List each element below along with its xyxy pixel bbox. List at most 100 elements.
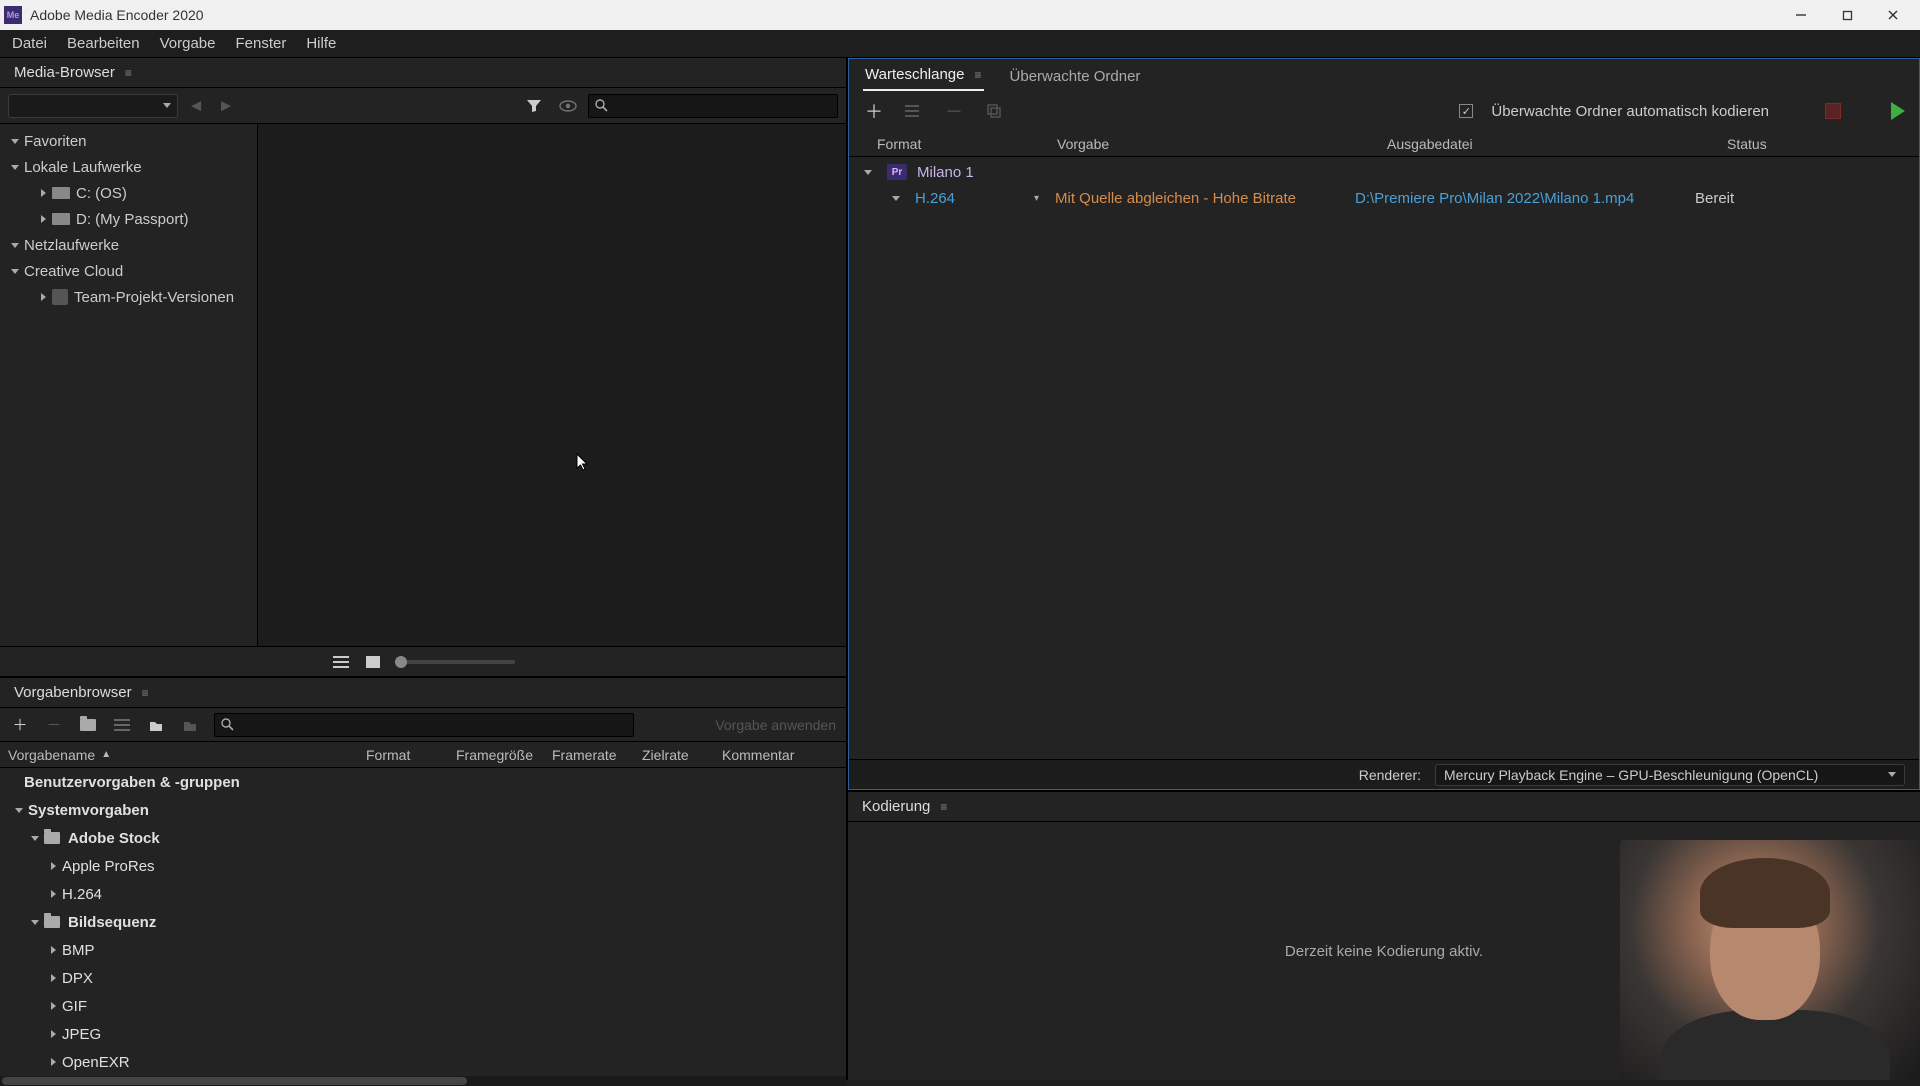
add-output-button[interactable] — [903, 100, 925, 122]
thumbnail-view-icon[interactable] — [363, 654, 383, 670]
nav-forward-icon[interactable]: ► — [214, 94, 238, 118]
queue-item[interactable]: Pr Milano 1 H.264 ▾ Mit Quelle abgleiche… — [849, 157, 1919, 213]
col-format[interactable]: Format — [358, 747, 448, 763]
tree-favorites-label: Favoriten — [24, 133, 87, 150]
tree-team-label: Team-Projekt-Versionen — [74, 289, 234, 306]
stop-queue-button[interactable] — [1825, 103, 1841, 119]
preset-jpeg[interactable]: JPEG — [0, 1020, 846, 1048]
queue-panel: Warteschlange≡ Überwachte Ordner ＋ － ✓ Ü… — [848, 58, 1920, 790]
encoding-idle-text: Derzeit keine Kodierung aktiv. — [1285, 943, 1483, 960]
nav-back-icon[interactable]: ◄ — [184, 94, 208, 118]
queue-col-preset[interactable]: Vorgabe — [1057, 136, 1387, 152]
webcam-overlay — [1620, 840, 1920, 1080]
menubar: Datei Bearbeiten Vorgabe Fenster Hilfe — [0, 30, 1920, 58]
tree-local-drives[interactable]: Lokale Laufwerke — [0, 154, 257, 180]
auto-encode-checkbox[interactable]: ✓ — [1459, 104, 1473, 118]
queue-menu-icon[interactable]: ≡ — [975, 68, 982, 82]
list-view-icon[interactable] — [331, 654, 351, 670]
export-preset-button[interactable] — [180, 715, 200, 735]
path-dropdown[interactable] — [8, 94, 178, 118]
queue-col-output[interactable]: Ausgabedatei — [1387, 136, 1727, 152]
renderer-dropdown[interactable]: Mercury Playback Engine – GPU-Beschleuni… — [1435, 764, 1905, 786]
col-bitrate[interactable]: Zielrate — [634, 747, 714, 763]
queue-source-name: Milano 1 — [917, 164, 974, 181]
preset-group-system[interactable]: Systemvorgaben — [0, 796, 846, 824]
preset-apple-prores[interactable]: Apple ProRes — [0, 852, 846, 880]
tree-network[interactable]: Netzlaufwerke — [0, 232, 257, 258]
import-preset-button[interactable] — [146, 715, 166, 735]
preset-group-user[interactable]: Benutzervorgaben & -gruppen — [0, 768, 846, 796]
app-title: Adobe Media Encoder 2020 — [30, 7, 1778, 23]
app-icon: Me — [4, 6, 22, 24]
encoding-menu-icon[interactable]: ≡ — [940, 800, 947, 814]
tab-watch-folders[interactable]: Überwachte Ordner — [1008, 62, 1143, 91]
preset-browser-panel: Vorgabenbrowser ≡ ＋ － Vorgabe — [0, 678, 846, 1086]
drive-icon — [52, 187, 70, 199]
add-source-button[interactable]: ＋ — [863, 100, 885, 122]
preset-browser-menu-icon[interactable]: ≡ — [142, 686, 149, 700]
delete-preset-button[interactable]: － — [44, 715, 64, 735]
drive-icon — [52, 213, 70, 225]
media-browser-panel: Media-Browser ≡ ◄ ► — [0, 58, 846, 678]
new-preset-button[interactable]: ＋ — [10, 715, 30, 735]
preset-openexr[interactable]: OpenEXR — [0, 1048, 846, 1076]
tree-creative-cloud[interactable]: Creative Cloud — [0, 258, 257, 284]
tree-team-projects[interactable]: Team-Projekt-Versionen — [0, 284, 257, 310]
tree-drive-d-label: D: (My Passport) — [76, 211, 189, 228]
menu-edit[interactable]: Bearbeiten — [57, 31, 150, 56]
col-framerate[interactable]: Framerate — [544, 747, 634, 763]
media-search-input[interactable] — [588, 94, 838, 118]
close-button[interactable] — [1870, 0, 1916, 30]
tree-local-drives-label: Lokale Laufwerke — [24, 159, 142, 176]
preset-group-adobe-stock[interactable]: Adobe Stock — [0, 824, 846, 852]
start-queue-button[interactable] — [1891, 102, 1905, 120]
encoding-title: Kodierung — [862, 798, 930, 815]
tab-queue[interactable]: Warteschlange≡ — [863, 60, 984, 91]
menu-help[interactable]: Hilfe — [296, 31, 346, 56]
filter-icon[interactable] — [520, 94, 548, 118]
queue-list[interactable]: Pr Milano 1 H.264 ▾ Mit Quelle abgleiche… — [849, 157, 1919, 759]
preset-settings-button[interactable] — [112, 715, 132, 735]
menu-file[interactable]: Datei — [2, 31, 57, 56]
queue-format-dropdown[interactable]: H.264 — [915, 190, 955, 207]
media-browser-menu-icon[interactable]: ≡ — [125, 66, 132, 80]
remove-button[interactable]: － — [943, 100, 965, 122]
queue-output-link[interactable]: D:\Premiere Pro\Milan 2022\Milano 1.mp4 — [1355, 190, 1695, 207]
chevron-down-icon[interactable]: ▾ — [1034, 193, 1039, 204]
preset-dpx[interactable]: DPX — [0, 964, 846, 992]
folder-icon — [44, 916, 60, 928]
preset-search-input[interactable] — [214, 713, 634, 737]
tree-drive-c[interactable]: C: (OS) — [0, 180, 257, 206]
tree-drive-d[interactable]: D: (My Passport) — [0, 206, 257, 232]
ingest-icon[interactable] — [554, 94, 582, 118]
preset-tree: Benutzervorgaben & -gruppen Systemvorgab… — [0, 768, 846, 1076]
media-browser-title: Media-Browser — [14, 64, 115, 81]
maximize-button[interactable] — [1824, 0, 1870, 30]
queue-preset-link[interactable]: Mit Quelle abgleichen - Hohe Bitrate — [1055, 190, 1355, 207]
preset-group-image-seq[interactable]: Bildsequenz — [0, 908, 846, 936]
duplicate-button[interactable] — [983, 100, 1005, 122]
col-framesize[interactable]: Framegröße — [448, 747, 544, 763]
col-name[interactable]: Vorgabename▲ — [0, 747, 358, 763]
preset-bmp[interactable]: BMP — [0, 936, 846, 964]
media-tree: Favoriten Lokale Laufwerke C: (OS) — [0, 124, 258, 646]
minimize-button[interactable] — [1778, 0, 1824, 30]
preset-columns-header: Vorgabename▲ Format Framegröße Framerate… — [0, 742, 846, 768]
preset-browser-title: Vorgabenbrowser — [14, 684, 132, 701]
menu-preset[interactable]: Vorgabe — [150, 31, 226, 56]
renderer-label: Renderer: — [1359, 767, 1421, 783]
queue-col-format[interactable]: Format — [877, 136, 1057, 152]
menu-window[interactable]: Fenster — [225, 31, 296, 56]
queue-status: Bereit — [1695, 190, 1919, 207]
preset-gif[interactable]: GIF — [0, 992, 846, 1020]
tree-drive-c-label: C: (OS) — [76, 185, 127, 202]
preset-h-scrollbar[interactable] — [0, 1076, 846, 1086]
zoom-slider[interactable] — [395, 660, 515, 664]
queue-col-status[interactable]: Status — [1727, 136, 1919, 152]
new-group-button[interactable] — [78, 715, 98, 735]
media-content-area[interactable] — [258, 124, 846, 646]
preset-h264[interactable]: H.264 — [0, 880, 846, 908]
col-comment[interactable]: Kommentar — [714, 747, 846, 763]
tree-cc-label: Creative Cloud — [24, 263, 123, 280]
tree-favorites[interactable]: Favoriten — [0, 128, 257, 154]
